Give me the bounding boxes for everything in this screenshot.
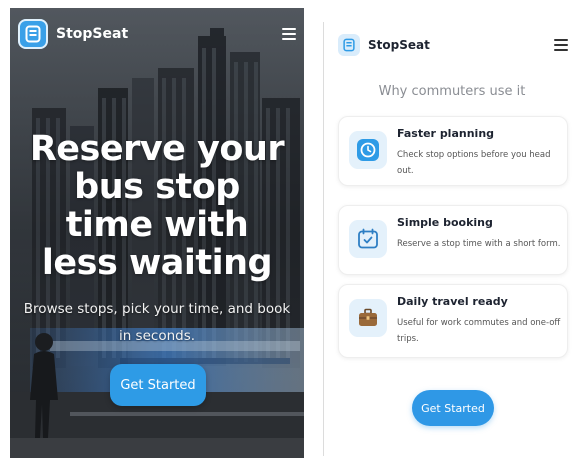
feature-card-faster-planning: Faster planning Check stop options befor… — [338, 116, 568, 186]
hero-subtitle-line-2: in seconds. — [118, 328, 196, 344]
get-started-button[interactable]: Get Started — [110, 364, 206, 406]
calendar-check-icon — [349, 220, 387, 258]
clock-icon — [349, 131, 387, 169]
section-title: Why commuters use it — [378, 84, 526, 99]
brand-name[interactable]: StopSeat — [56, 26, 128, 42]
feature-card-daily-travel: Daily travel ready Useful for work commu… — [338, 284, 568, 358]
hero-subtitle: Browse stops, pick your time, and book i… — [10, 296, 304, 350]
feature-title: Faster planning — [397, 127, 495, 140]
hamburger-menu-icon[interactable] — [554, 39, 568, 51]
feature-description: Check stop options before you head out. — [397, 150, 551, 176]
app-header: StopSeat — [18, 18, 296, 50]
hamburger-menu-icon[interactable] — [282, 28, 296, 40]
hero-screen: StopSeat Reserve your bus stop time with… — [10, 8, 304, 458]
bus-card-icon[interactable] — [338, 34, 360, 56]
brand-name[interactable]: StopSeat — [368, 38, 430, 52]
briefcase-icon — [349, 299, 387, 337]
get-started-button[interactable]: Get Started — [412, 390, 494, 426]
screen-divider — [323, 22, 324, 456]
feature-title: Daily travel ready — [397, 295, 508, 308]
feature-description: Useful for work commutes and one-off tri… — [397, 318, 561, 344]
hero-title: Reserve your bus stop time with less wai… — [29, 129, 285, 283]
app-header: StopSeat — [338, 32, 568, 58]
feature-card-simple-booking: Simple booking Reserve a stop time with … — [338, 205, 568, 275]
feature-title: Simple booking — [397, 216, 493, 229]
feature-description: Reserve a stop time with a short form. — [397, 239, 561, 249]
bus-card-icon[interactable] — [18, 19, 48, 49]
hero-subtitle-line-1: Browse stops, pick your time, and book — [23, 301, 291, 317]
features-screen: StopSeat Why commuters use it Faster pla… — [330, 20, 574, 460]
